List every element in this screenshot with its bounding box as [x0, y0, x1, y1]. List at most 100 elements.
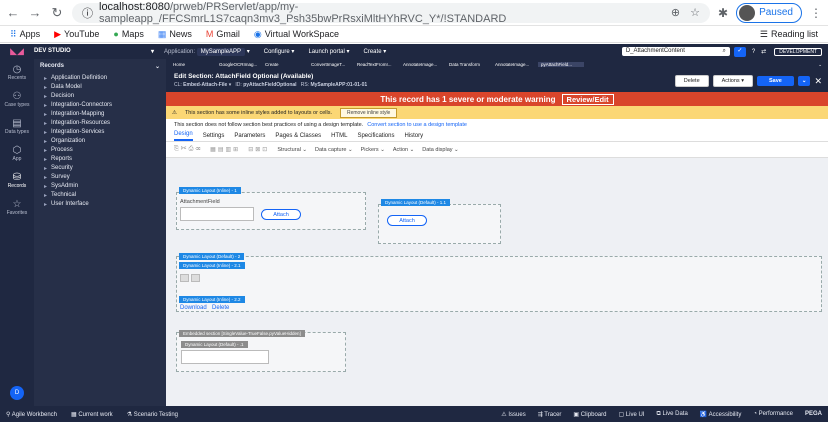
remove-inline-style-button[interactable]: Remove inline style	[339, 107, 398, 118]
profile-button[interactable]: Paused	[736, 2, 802, 23]
help-icon[interactable]: ?	[752, 49, 755, 55]
attachment-field[interactable]	[180, 207, 254, 221]
forward-icon[interactable]: →	[28, 5, 42, 20]
menu-data-display[interactable]: Data display ⌄	[422, 147, 458, 153]
edit-tools-icon[interactable]: ⎘✂⎙⌫	[174, 146, 202, 153]
explorer-item[interactable]: ▸ Organization	[34, 137, 166, 146]
bookmark-news[interactable]: ▦ News	[158, 29, 192, 40]
cell-placeholder[interactable]	[180, 274, 189, 282]
live-ui-button[interactable]: ▢ Live UI	[618, 411, 644, 418]
explorer-item[interactable]: ▸ Technical	[34, 191, 166, 200]
studio-switcher[interactable]: DEV STUDIO ▾	[34, 48, 164, 55]
work-tab-active[interactable]: pyAttachField...	[538, 62, 584, 67]
tab-html[interactable]: HTML	[331, 133, 347, 141]
search-input[interactable]: D_AttachmentContent ⌕	[621, 47, 730, 56]
work-tab[interactable]: Home	[170, 62, 216, 67]
explorer-item[interactable]: ▸ Reports	[34, 155, 166, 164]
embedded-section[interactable]: Embedded section [SingleValue-TrueFalse.…	[176, 330, 346, 372]
layout-1[interactable]: Dynamic Layout (Inline) - 1 AttachmentFi…	[176, 187, 366, 230]
address-bar[interactable]: ⓘ localhost:8080/prweb/PRServlet/app/my-…	[72, 1, 711, 25]
attach-button[interactable]: Attach	[387, 215, 427, 226]
clipboard-button[interactable]: ▣ Clipboard	[573, 411, 606, 418]
reading-list[interactable]: ☰ Reading list	[760, 29, 818, 40]
layout-tools-icon[interactable]: ▦▤▥⊞	[210, 146, 240, 153]
explorer-item[interactable]: ▸ Application Definition	[34, 74, 166, 83]
work-tab[interactable]: AnnotateImage...	[400, 62, 446, 67]
layout-header[interactable]: Dynamic Layout (Default) - .1	[181, 341, 248, 348]
tab-design[interactable]: Design	[174, 131, 193, 141]
extensions-icon[interactable]: ✱	[718, 6, 728, 20]
save-button[interactable]: Save	[756, 76, 794, 86]
bookmark-youtube[interactable]: ▶ YouTube	[54, 29, 99, 40]
work-tab[interactable]: Create	[262, 62, 308, 67]
tab-history[interactable]: History	[404, 133, 423, 141]
bookmark-apps[interactable]: ⠿ Apps	[10, 29, 40, 40]
explorer-item[interactable]: ▸ Decision	[34, 92, 166, 101]
work-tab[interactable]: AnnotateImage...	[492, 62, 538, 67]
menu-data-capture[interactable]: Data capture ⌄	[315, 147, 353, 153]
layout-2[interactable]: Dynamic Layout (Default) - 2 Dynamic Lay…	[176, 253, 822, 312]
explorer-item[interactable]: ▸ User Interface	[34, 200, 166, 209]
menu-configure[interactable]: Configure ▾	[264, 48, 295, 55]
delete-link[interactable]: Delete	[212, 305, 229, 311]
tracer-button[interactable]: ⇶ Tracer	[538, 411, 562, 418]
grid-tools-icon[interactable]: ⊟⊠⊡	[248, 146, 269, 153]
application-menu[interactable]: Application: MySampleAPP ▾	[164, 48, 250, 56]
share-icon[interactable]: ⇄	[761, 48, 766, 55]
layout-header[interactable]: Dynamic Layout (Inline) - 1	[179, 187, 241, 194]
zoom-icon[interactable]: ⊕	[671, 6, 680, 19]
bookmark-maps[interactable]: ● Maps	[113, 29, 143, 39]
class-link[interactable]: Embed-Attach-File	[183, 82, 227, 88]
close-icon[interactable]: ✕	[814, 76, 822, 87]
explorer-item[interactable]: ▸ Survey	[34, 173, 166, 182]
tab-specifications[interactable]: Specifications	[357, 133, 394, 141]
info-icon[interactable]: ⓘ	[82, 5, 93, 21]
rail-records[interactable]: ⛁ Records	[0, 167, 34, 194]
layout-1-1[interactable]: Dynamic Layout (Default) - 1.1 Attach	[378, 199, 501, 244]
explorer-item[interactable]: ▸ Security	[34, 164, 166, 173]
bookmark-star-icon[interactable]: ☆	[690, 6, 700, 19]
actions-button[interactable]: Actions ▾	[712, 75, 753, 87]
menu-launch-portal[interactable]: Launch portal ▾	[308, 48, 349, 55]
user-avatar[interactable]: D	[10, 386, 24, 400]
hidden-value-field[interactable]	[181, 350, 269, 364]
menu-action[interactable]: Action ⌄	[393, 147, 414, 153]
delete-button[interactable]: Delete	[674, 75, 709, 87]
cell-placeholder[interactable]	[191, 274, 200, 282]
tab-pages-classes[interactable]: Pages & Classes	[275, 133, 321, 141]
bookmark-gmail[interactable]: M Gmail	[206, 29, 240, 39]
explorer-item[interactable]: ▸ Process	[34, 146, 166, 155]
work-tab[interactable]: ReadTextFromI...	[354, 62, 400, 67]
layout-header[interactable]: Dynamic Layout (Default) - 2	[179, 253, 245, 260]
attach-button[interactable]: Attach	[261, 209, 301, 220]
current-work-button[interactable]: ▦ Current work	[71, 411, 113, 418]
scenario-testing-button[interactable]: ⚗ Scenario Testing	[127, 411, 178, 418]
chevron-down-icon[interactable]: ⌄	[155, 63, 160, 70]
more-icon[interactable]: ⋮	[810, 6, 822, 20]
explorer-item[interactable]: ▸ Data Model	[34, 83, 166, 92]
explorer-item[interactable]: ▸ Integration-Services	[34, 128, 166, 137]
accessibility-button[interactable]: ♿ Accessibility	[700, 411, 742, 418]
menu-structural[interactable]: Structural ⌄	[277, 147, 307, 153]
review-edit-button[interactable]: Review/Edit	[561, 93, 614, 105]
issues-button[interactable]: ⚠ Issues	[501, 411, 525, 418]
save-options-icon[interactable]: ⌄	[797, 76, 811, 86]
embedded-header[interactable]: Embedded section [SingleValue-TrueFalse.…	[179, 330, 305, 337]
explorer-item[interactable]: ▸ Integration-Resources	[34, 119, 166, 128]
convert-template-link[interactable]: Convert section to use a design template	[367, 122, 467, 128]
explorer-item[interactable]: ▸ Integration-Mapping	[34, 110, 166, 119]
work-tab[interactable]: GoogleOCRImag...	[216, 62, 262, 67]
rail-data-types[interactable]: ▤ Data types	[0, 113, 34, 140]
rail-recents[interactable]: ◷ Recents	[0, 59, 34, 86]
layout-header[interactable]: Dynamic Layout (Inline) - 2.1	[179, 262, 245, 269]
check-icon[interactable]: ✓	[733, 46, 746, 57]
tab-settings[interactable]: Settings	[203, 133, 225, 141]
explorer-item[interactable]: ▸ SysAdmin	[34, 182, 166, 191]
live-data-button[interactable]: ⧉ Live Data	[656, 411, 687, 418]
rail-app[interactable]: ⬡ App	[0, 140, 34, 167]
menu-create[interactable]: Create ▾	[364, 48, 387, 55]
work-tab[interactable]: Data Transform	[446, 62, 492, 67]
performance-button[interactable]: ◔ Performance	[753, 411, 793, 418]
download-link[interactable]: Download	[180, 305, 207, 311]
chevron-down-icon[interactable]: ⌄	[818, 62, 828, 68]
